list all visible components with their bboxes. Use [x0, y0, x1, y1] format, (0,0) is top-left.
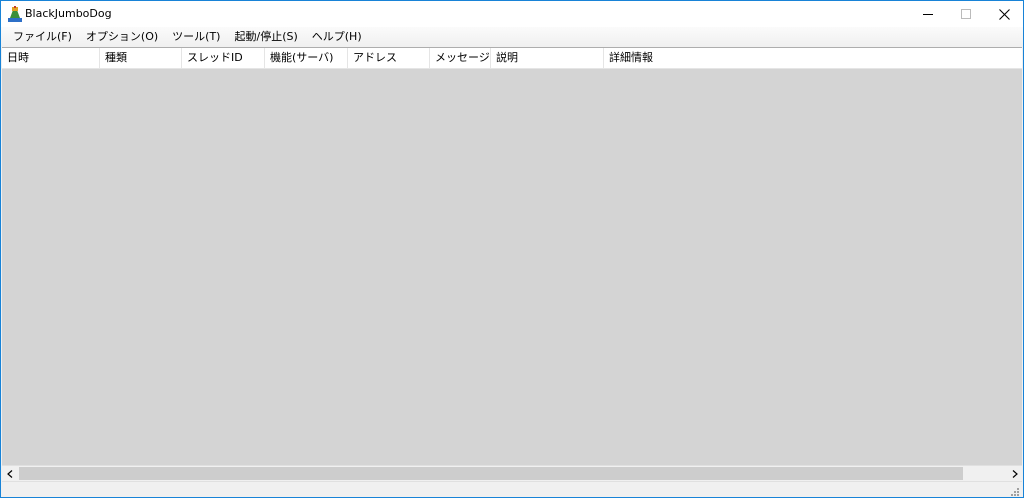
menu-bar: ファイル(F) オプション(O) ツール(T) 起動/停止(S) ヘルプ(H)	[1, 27, 1023, 46]
window-title: BlackJumboDog	[25, 7, 112, 20]
column-header-thread-id[interactable]: スレッドID	[182, 48, 265, 68]
scroll-right-icon[interactable]	[1007, 466, 1022, 481]
column-header-function[interactable]: 機能(サーバ)	[265, 48, 348, 68]
status-bar	[2, 481, 1022, 497]
menu-tools[interactable]: ツール(T)	[165, 27, 227, 46]
scroll-thumb[interactable]	[19, 467, 963, 480]
resize-grip-icon[interactable]	[1008, 485, 1020, 497]
column-header-address[interactable]: アドレス	[348, 48, 430, 68]
minimize-button[interactable]	[910, 1, 946, 27]
column-header-type[interactable]: 種類	[100, 48, 182, 68]
column-header-details[interactable]: 詳細情報	[604, 48, 1022, 68]
app-window: BlackJumboDog ファイル(F) オプション(O) ツール(T) 起動…	[0, 0, 1024, 498]
horizontal-scrollbar[interactable]	[2, 465, 1022, 481]
menu-options[interactable]: オプション(O)	[79, 27, 165, 46]
list-header: 日時 種類 スレッドID 機能(サーバ) アドレス メッセージID 説明 詳細情…	[2, 48, 1022, 69]
column-header-message-id[interactable]: メッセージID	[430, 48, 491, 68]
app-icon	[8, 6, 22, 22]
title-bar[interactable]: BlackJumboDog	[1, 1, 1023, 27]
menu-help[interactable]: ヘルプ(H)	[305, 27, 369, 46]
maximize-button[interactable]	[948, 1, 984, 27]
column-header-description[interactable]: 説明	[491, 48, 604, 68]
scroll-left-icon[interactable]	[2, 466, 17, 481]
column-header-datetime[interactable]: 日時	[2, 48, 100, 68]
log-list[interactable]: 日時 種類 スレッドID 機能(サーバ) アドレス メッセージID 説明 詳細情…	[2, 47, 1022, 465]
close-button[interactable]	[986, 1, 1022, 27]
menu-file[interactable]: ファイル(F)	[6, 27, 79, 46]
menu-start-stop[interactable]: 起動/停止(S)	[227, 27, 304, 46]
